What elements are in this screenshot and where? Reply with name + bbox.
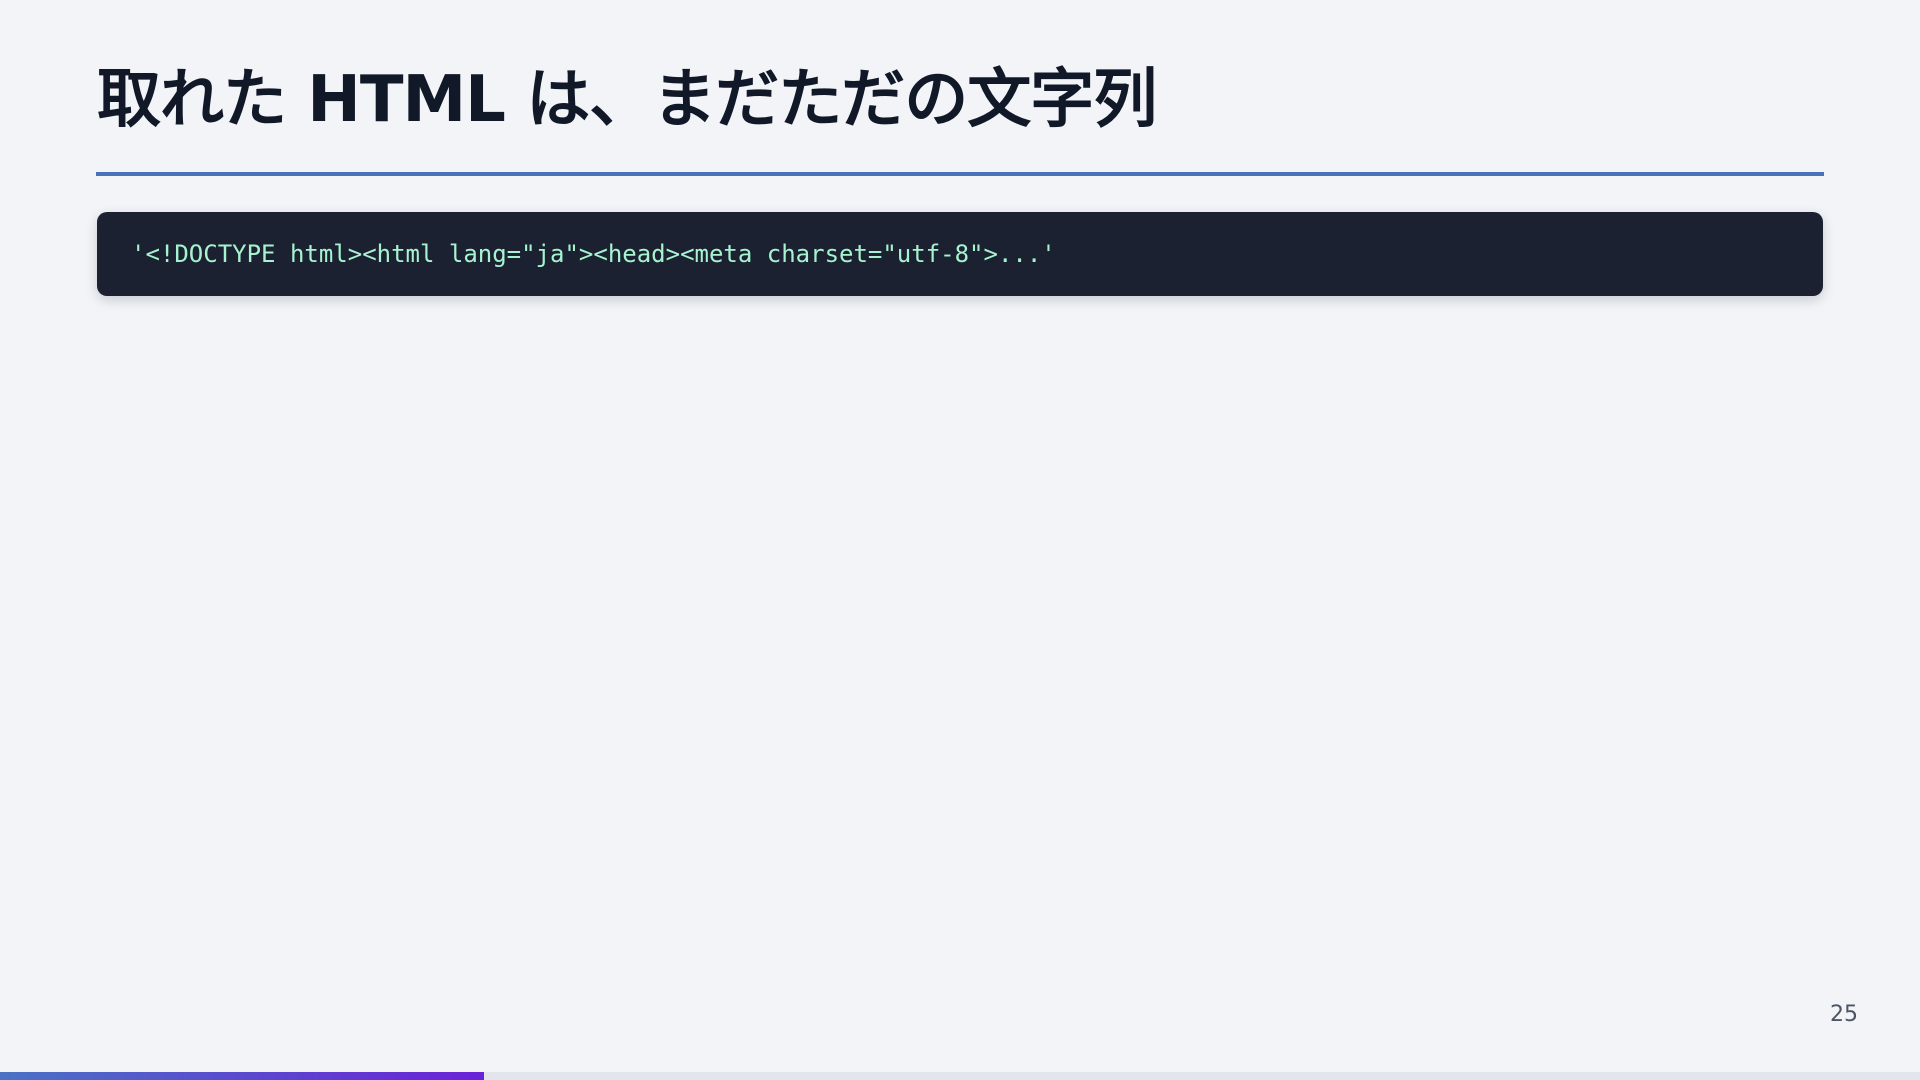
page-number: 25 <box>1830 1002 1858 1027</box>
code-block: '<!DOCTYPE html><html lang="ja"><head><m… <box>97 212 1823 296</box>
title-divider <box>96 172 1824 176</box>
slide-progress-fill <box>0 1072 484 1080</box>
code-snippet: '<!DOCTYPE html><html lang="ja"><head><m… <box>131 240 1056 268</box>
slide-progress-bar <box>0 1072 1920 1080</box>
slide-title: 取れた HTML は、まだただの文字列 <box>97 63 1157 137</box>
